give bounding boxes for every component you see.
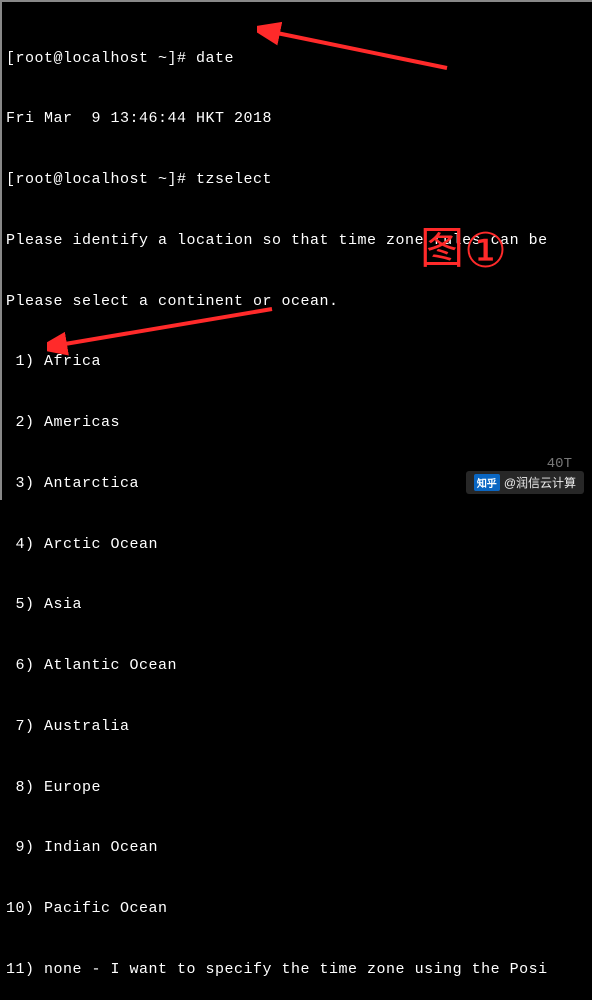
continent-option: 1) Africa [6, 352, 588, 372]
date-output: Fri Mar 9 13:46:44 HKT 2018 [6, 109, 588, 129]
zhihu-logo-icon: 知乎 [474, 474, 500, 491]
background-text: 40T [547, 456, 572, 472]
continent-option: 10) Pacific Ocean [6, 899, 588, 919]
terminal[interactable]: [root@localhost ~]# date Fri Mar 9 13:46… [2, 2, 592, 1000]
shell-prompt: [root@localhost ~]# [6, 50, 187, 67]
prompt-line-1: [root@localhost ~]# date [6, 49, 588, 69]
zhihu-username: @润信云计算 [504, 474, 576, 491]
shell-prompt: [root@localhost ~]# [6, 171, 187, 188]
prompt-line-2: [root@localhost ~]# tzselect [6, 170, 588, 190]
tzselect-prompt-continent: Please select a continent or ocean. [6, 292, 588, 312]
continent-option: 2) Americas [6, 413, 588, 433]
continent-option: 6) Atlantic Ocean [6, 656, 588, 676]
tzselect-prompt-identify: Please identify a location so that time … [6, 231, 588, 251]
command-date: date [196, 50, 234, 67]
continent-option: 11) none - I want to specify the time zo… [6, 960, 588, 980]
continent-option: 7) Australia [6, 717, 588, 737]
continent-option: 9) Indian Ocean [6, 838, 588, 858]
continent-option: 8) Europe [6, 778, 588, 798]
continent-option: 4) Arctic Ocean [6, 535, 588, 555]
continent-option: 5) Asia [6, 595, 588, 615]
zhihu-watermark: 知乎 @润信云计算 [466, 471, 584, 494]
command-tzselect: tzselect [196, 171, 272, 188]
